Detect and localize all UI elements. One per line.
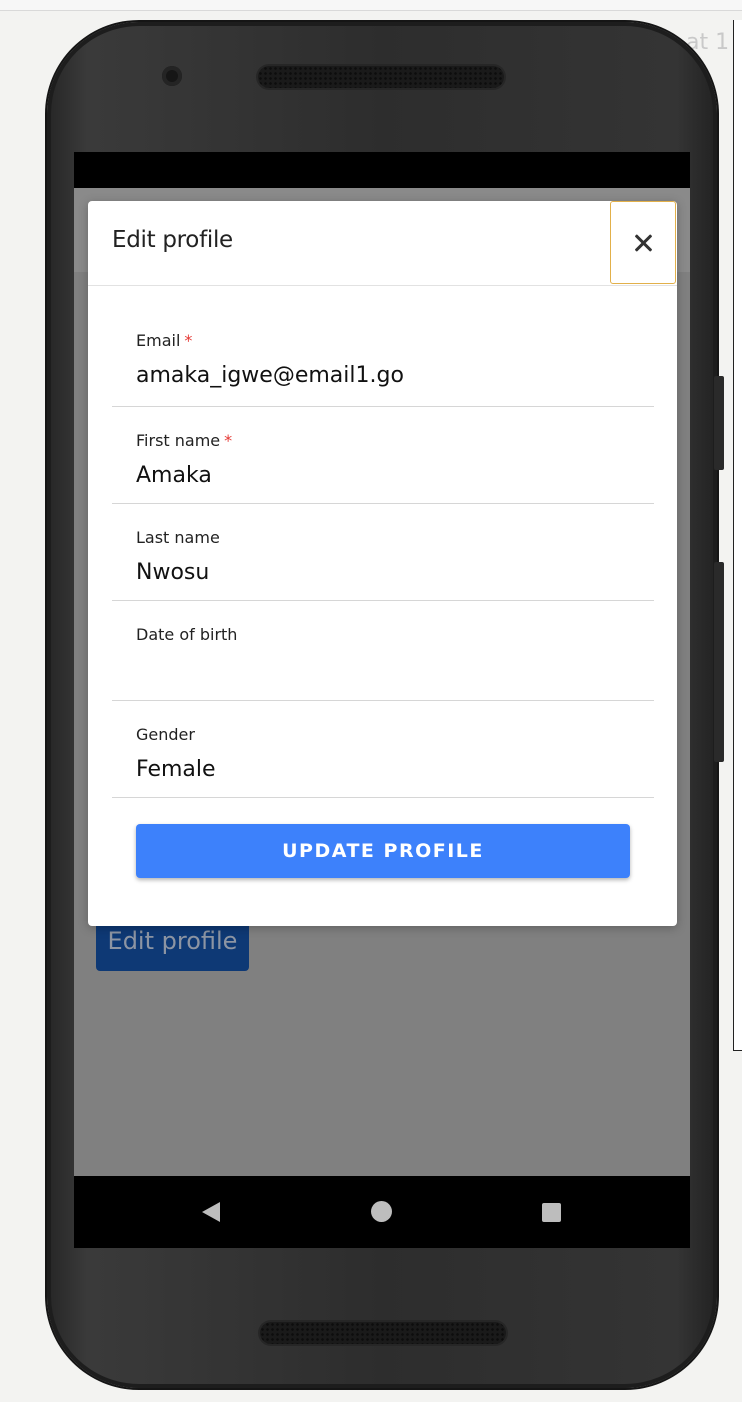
status-bar bbox=[74, 152, 690, 188]
gender-select[interactable]: Female bbox=[136, 757, 636, 782]
date-of-birth-field[interactable]: Date of birth bbox=[112, 600, 654, 701]
first-name-label-text: First name bbox=[136, 431, 221, 450]
navigation-bar bbox=[74, 1176, 690, 1248]
modal-header: Edit profile bbox=[88, 201, 677, 286]
volume-button bbox=[714, 562, 724, 762]
last-name-label: Last name bbox=[136, 528, 220, 547]
window-top-edge bbox=[0, 0, 742, 11]
recent-apps-icon[interactable] bbox=[542, 1203, 561, 1222]
update-profile-button[interactable]: UPDATE PROFILE bbox=[136, 824, 630, 878]
date-of-birth-label: Date of birth bbox=[136, 625, 238, 644]
last-name-field[interactable]: Last name Nwosu bbox=[112, 503, 654, 601]
required-marker: * bbox=[184, 331, 193, 350]
email-input[interactable]: amaka_igwe@email1.go bbox=[136, 363, 636, 388]
modal-title: Edit profile bbox=[112, 227, 233, 253]
back-icon[interactable] bbox=[202, 1202, 220, 1222]
gender-label: Gender bbox=[136, 725, 195, 744]
email-label-text: Email bbox=[136, 331, 181, 350]
first-name-input[interactable]: Amaka bbox=[136, 463, 636, 488]
top-speaker-grille bbox=[258, 66, 504, 88]
side-panel-frame bbox=[733, 20, 742, 1051]
power-button bbox=[714, 376, 724, 470]
last-name-input[interactable]: Nwosu bbox=[136, 560, 636, 585]
required-marker: * bbox=[224, 431, 233, 450]
edit-profile-modal: Edit profile Email * amaka_igwe@email1.go… bbox=[88, 201, 677, 926]
email-label: Email * bbox=[136, 331, 192, 350]
email-field[interactable]: Email * amaka_igwe@email1.go bbox=[112, 321, 654, 407]
home-icon[interactable] bbox=[371, 1201, 392, 1222]
camera-icon bbox=[162, 66, 182, 86]
close-button[interactable] bbox=[610, 201, 676, 284]
device-screen: Edit profile Edit profile Email * amaka_i… bbox=[74, 152, 690, 1248]
bottom-speaker-grille bbox=[260, 1322, 506, 1344]
first-name-field[interactable]: First name * Amaka bbox=[112, 406, 654, 504]
close-icon bbox=[634, 234, 652, 252]
gender-field[interactable]: Gender Female bbox=[112, 700, 654, 798]
first-name-label: First name * bbox=[136, 431, 232, 450]
